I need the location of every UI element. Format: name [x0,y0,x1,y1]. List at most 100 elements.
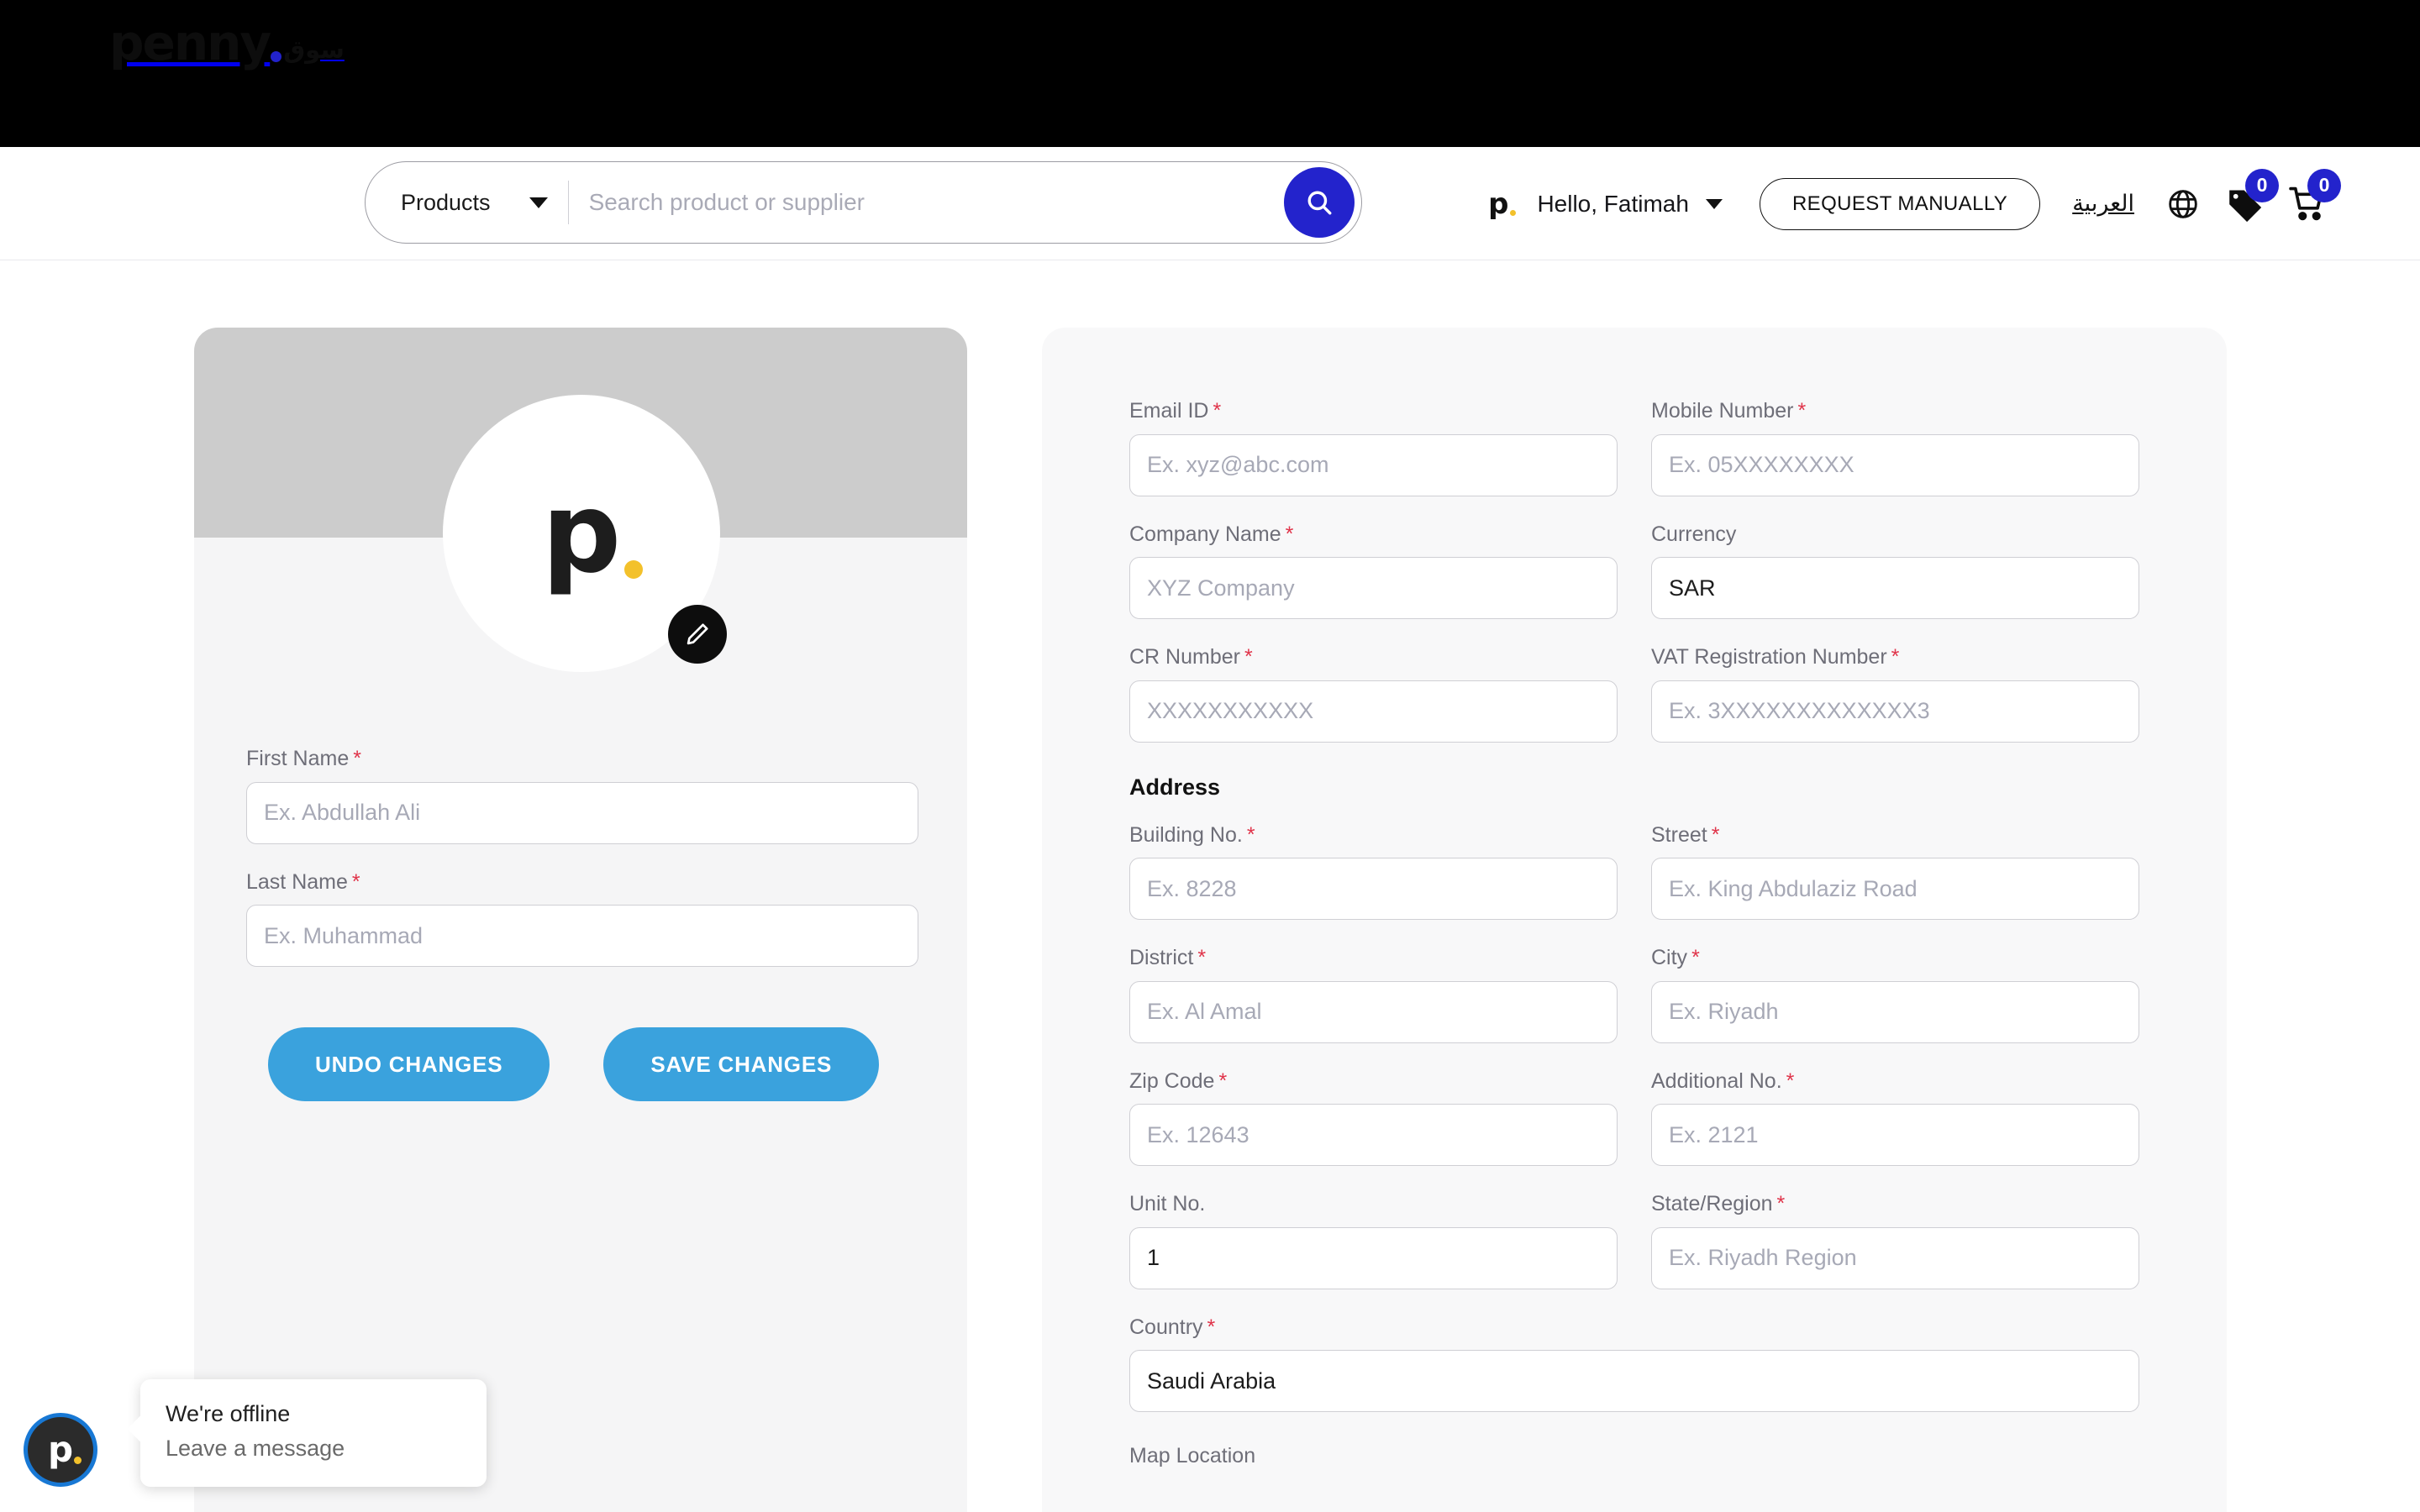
language-globe-button[interactable] [2158,179,2208,229]
city-input[interactable] [1651,980,2139,1043]
account-brand-icon: p [1488,186,1517,221]
vat-registration-number-input[interactable] [1651,680,2139,743]
chat-launcher-button[interactable]: p [24,1413,97,1487]
field-label-text: Additional No. [1651,1068,1782,1093]
building-no-input[interactable] [1129,858,1618,920]
unit-no-input[interactable] [1129,1226,1618,1289]
field-last-name: Last Name * [246,869,918,967]
state-region-input[interactable] [1651,1226,2139,1289]
field-label-text: Country [1129,1315,1203,1339]
undo-changes-button[interactable]: UNDO CHANGES [268,1027,550,1101]
account-greeting[interactable]: Hello, Fatimah [1537,191,1689,218]
field-country: Country * [1129,1315,2139,1412]
field-label-text: District [1129,946,1194,969]
offers-tag-button[interactable]: 0 [2220,168,2279,229]
required-asterisk: * [1776,1192,1786,1215]
required-asterisk: * [1691,946,1700,969]
required-asterisk: * [353,747,361,770]
field-label: State/Region * [1651,1192,2139,1216]
cart-button[interactable]: 0 [2282,168,2341,229]
field-label-text: Currency [1651,522,1737,546]
chat-status-title: We're offline [166,1401,291,1426]
cr-number-input[interactable] [1129,680,1618,743]
search-bar: Products [365,161,1362,244]
field-label: Building No. * [1129,822,1618,848]
field-label: Unit No. [1129,1192,1618,1216]
save-changes-button[interactable]: SAVE CHANGES [603,1027,880,1101]
country-input[interactable] [1129,1350,2139,1412]
site-logo[interactable]: penny سوق [109,18,345,67]
request-manually-button[interactable]: REQUEST MANUALLY [1759,177,2041,230]
field-label-text: VAT Registration Number [1651,645,1887,669]
field-district: District * [1129,946,1618,1043]
field-first-name: First Name * [246,747,918,844]
details-card: Email ID* Mobile Number* Company Name* C… [1042,328,2227,1512]
required-asterisk: * [1285,522,1294,546]
field-unit-no: Unit No. [1129,1192,1618,1289]
profile-actions: UNDO CHANGES SAVE CHANGES [268,1027,880,1101]
field-label: Last Name * [246,869,918,895]
field-label: City * [1651,946,2139,970]
field-label: Country * [1129,1315,2139,1340]
chat-status-subtitle: Leave a message [166,1436,345,1461]
logo-wordmark: penny [109,14,271,71]
field-label: Email ID * [1129,399,1618,423]
email-id-input[interactable] [1129,433,1618,496]
first-name-input[interactable] [246,781,918,844]
search-submit-button[interactable] [1284,167,1355,238]
field-cr-number: CR Number * [1129,645,1618,743]
field-label-text: Email ID [1129,399,1209,423]
search-category-dropdown[interactable]: Products [366,162,548,243]
avatar-container: p [443,395,727,672]
header-actions: p Hello, Fatimah REQUEST MANUALLY العربي… [1488,147,2341,260]
search-input[interactable] [568,189,1284,216]
field-label: Additional No. * [1651,1068,2139,1094]
offers-badge: 0 [2245,168,2279,202]
chat-brand-icon: p [47,1429,82,1470]
cart-badge: 0 [2307,168,2341,202]
required-asterisk: * [1246,822,1255,847]
browser-chrome-bar [0,0,2420,147]
field-label: First Name * [246,747,918,771]
required-asterisk: * [1891,645,1900,669]
field-building-no: Building No. * [1129,822,1618,920]
required-asterisk: * [351,869,360,894]
required-asterisk: * [1244,645,1253,669]
field-street: Street * [1651,822,2139,920]
search-category-label: Products [401,189,491,215]
field-city: City * [1651,946,2139,1043]
chat-offline-bubble[interactable]: We're offline Leave a message [140,1379,487,1487]
last-name-input[interactable] [246,905,918,967]
field-label: District * [1129,946,1618,970]
district-input[interactable] [1129,980,1618,1043]
street-input[interactable] [1651,858,2139,920]
field-label-text: Unit No. [1129,1192,1206,1215]
field-label-text: Building No. [1129,822,1243,847]
map-location-label: Map Location [1129,1444,1256,1467]
field-label: Street * [1651,822,2139,848]
mobile-number-input[interactable] [1651,433,2139,496]
pencil-icon [687,623,708,645]
field-mobile-number: Mobile Number * [1651,399,2139,496]
field-label-text: State/Region [1651,1192,1773,1215]
logo-dot-icon [271,51,282,62]
field-company-name: Company Name * [1129,522,1618,619]
logo-arabic-wordmark: سوق [283,35,345,64]
chevron-down-icon[interactable] [1705,198,1723,209]
field-label-text: Mobile Number [1651,399,1794,423]
field-label: VAT Registration Number * [1651,645,2139,669]
page-body: p First Name* Last Name* [0,261,2420,1512]
field-label: Zip Code * [1129,1068,1618,1094]
edit-avatar-button[interactable] [668,605,727,664]
field-label-text: Zip Code [1129,1068,1215,1093]
field-label-text: Company Name [1129,522,1281,546]
address-section-title: Address [1129,774,1221,800]
currency-input[interactable] [1651,557,2139,619]
search-icon [1307,191,1332,215]
additional-no-input[interactable] [1651,1104,2139,1166]
field-label: Company Name * [1129,522,1618,547]
required-asterisk: * [1711,822,1720,847]
language-toggle-link[interactable]: العربية [2072,191,2134,217]
company-name-input[interactable] [1129,557,1618,619]
zip-code-input[interactable] [1129,1104,1618,1166]
